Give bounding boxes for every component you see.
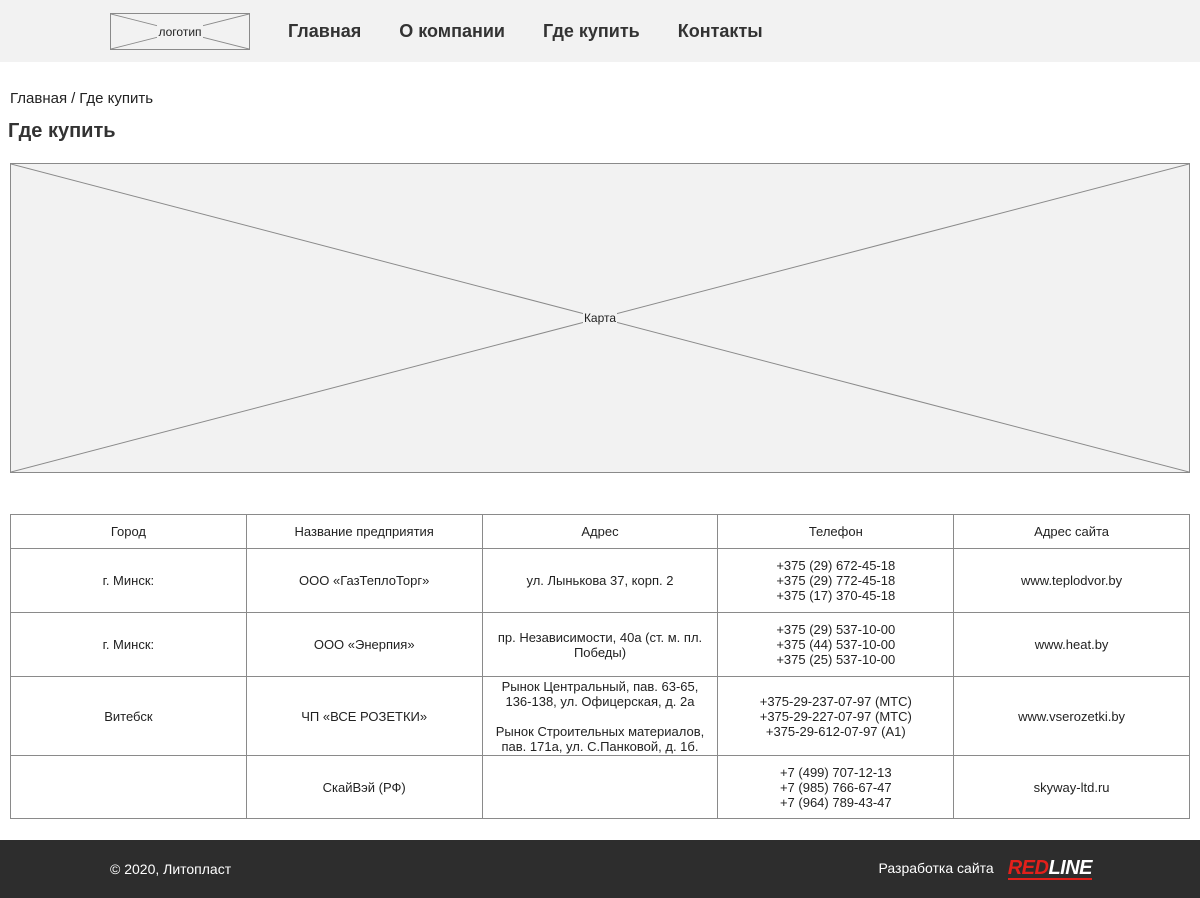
cell-phone: +7 (499) 707-12-13 +7 (985) 766-67-47 +7… [717, 755, 955, 819]
cell-address [481, 755, 719, 819]
cell-address: Рынок Центральный, пав. 63-65, 136-138, … [481, 676, 719, 756]
cell-city: г. Минск: [10, 548, 247, 613]
cell-address: пр. Независимости, 40а (ст. м. пл. Побед… [481, 612, 719, 677]
column-header-phone: Телефон [717, 514, 955, 549]
cell-phone: +375 (29) 672-45-18 +375 (29) 772-45-18 … [717, 548, 955, 613]
page-title: Где купить [8, 120, 116, 142]
logo-placeholder[interactable]: логотип [110, 13, 250, 50]
phone-line: +375 (29) 537-10-00 [776, 622, 896, 637]
phone-line: +375-29-612-07-97 (А1) [765, 723, 906, 739]
main-nav: Главная О компании Где купить Контакты [288, 0, 801, 62]
cell-website[interactable]: www.teplodvor.by [953, 548, 1190, 613]
column-header-company: Название предприятия [245, 514, 483, 549]
cell-company: ООО «ГазТеплоТорг» [245, 548, 483, 613]
phone-line: +375 (29) 772-45-18 [776, 573, 896, 588]
cell-city: г. Минск: [10, 612, 247, 677]
cell-city [10, 755, 247, 819]
address-line: пав. 171а, ул. С.Панковой, д. 1б. [501, 738, 699, 754]
table-header-row: Город Название предприятия Адрес Телефон… [10, 514, 1190, 549]
cell-website[interactable]: skyway-ltd.ru [953, 755, 1190, 819]
address-line: 136-138, ул. Офицерская, д. 2а [505, 693, 695, 709]
cell-address: ул. Лынькова 37, корп. 2 [481, 548, 719, 613]
address-line: ул. Лынькова 37, корп. 2 [526, 573, 674, 588]
phone-line: +375-29-227-07-97 (МТС) [759, 708, 912, 724]
table-row: Витебск ЧП «ВСЕ РОЗЕТКИ» Рынок Центральн… [10, 676, 1190, 756]
phone-line: +375 (29) 672-45-18 [776, 558, 896, 573]
nav-item-contacts[interactable]: Контакты [678, 21, 763, 42]
breadcrumb-separator: / [71, 90, 76, 107]
cell-website[interactable]: www.vserozetki.by [953, 676, 1190, 756]
redline-logo-red-part: RED [1007, 857, 1049, 879]
nav-item-home[interactable]: Главная [288, 21, 361, 42]
phone-line: +375 (17) 370-45-18 [776, 588, 896, 603]
column-header-city: Город [10, 514, 247, 549]
address-line: пр. Независимости, 40а (ст. м. пл. [497, 629, 703, 645]
phone-line: +375 (44) 537-10-00 [776, 637, 896, 652]
phone-line: +375-29-237-07-97 (МТС) [759, 693, 912, 709]
column-header-address: Адрес [481, 514, 719, 549]
cell-website[interactable]: www.heat.by [953, 612, 1190, 677]
site-header: логотип Главная О компании Где купить Ко… [0, 0, 1200, 62]
logo-label: логотип [157, 24, 203, 39]
cell-phone: +375 (29) 537-10-00 +375 (44) 537-10-00 … [717, 612, 955, 677]
column-header-website: Адрес сайта [953, 514, 1190, 549]
table-row: г. Минск: ООО «Энерпия» пр. Независимост… [10, 612, 1190, 677]
cell-phone: +375-29-237-07-97 (МТС) +375-29-227-07-9… [717, 676, 955, 756]
table-row: г. Минск: ООО «ГазТеплоТорг» ул. Лыньков… [10, 548, 1190, 613]
cell-company: ЧП «ВСЕ РОЗЕТКИ» [245, 676, 483, 756]
breadcrumb-current: Где купить [79, 90, 154, 107]
site-footer: © 2020, Литопласт Разработка сайта REDLI… [0, 840, 1200, 898]
address-line: Рынок Строительных материалов, [495, 723, 705, 739]
phone-line: +7 (964) 789-43-47 [779, 794, 892, 810]
nav-item-where-to-buy[interactable]: Где купить [543, 21, 640, 42]
phone-line: +7 (985) 766-67-47 [779, 779, 892, 795]
cell-company: ООО «Энерпия» [245, 612, 483, 677]
copyright-text: © 2020, Литопласт [110, 861, 232, 877]
nav-item-about[interactable]: О компании [399, 21, 505, 42]
developer-credit: Разработка сайта REDLINE [879, 856, 1092, 880]
redline-logo[interactable]: REDLINE [1007, 856, 1092, 880]
phone-line: +7 (499) 707-12-13 [779, 764, 892, 780]
redline-logo-underline [1007, 878, 1092, 880]
map-label: Карта [582, 311, 618, 325]
redline-logo-white-part: LINE [1048, 857, 1092, 879]
address-line: Победы) [573, 644, 627, 660]
developer-label: Разработка сайта [878, 860, 994, 876]
address-gap [493, 709, 708, 724]
dealers-table: Город Название предприятия Адрес Телефон… [10, 514, 1190, 819]
phone-line: +375 (25) 537-10-00 [776, 652, 896, 667]
cell-company: СкайВэй (РФ) [245, 755, 483, 819]
breadcrumb: Главная / Где купить [10, 90, 153, 107]
cell-city: Витебск [10, 676, 247, 756]
map-placeholder[interactable]: Карта [10, 163, 1190, 473]
breadcrumb-home-link[interactable]: Главная [10, 90, 67, 107]
table-row: СкайВэй (РФ) +7 (499) 707-12-13 +7 (985)… [10, 755, 1190, 819]
address-line: Рынок Центральный, пав. 63-65, [501, 678, 699, 694]
